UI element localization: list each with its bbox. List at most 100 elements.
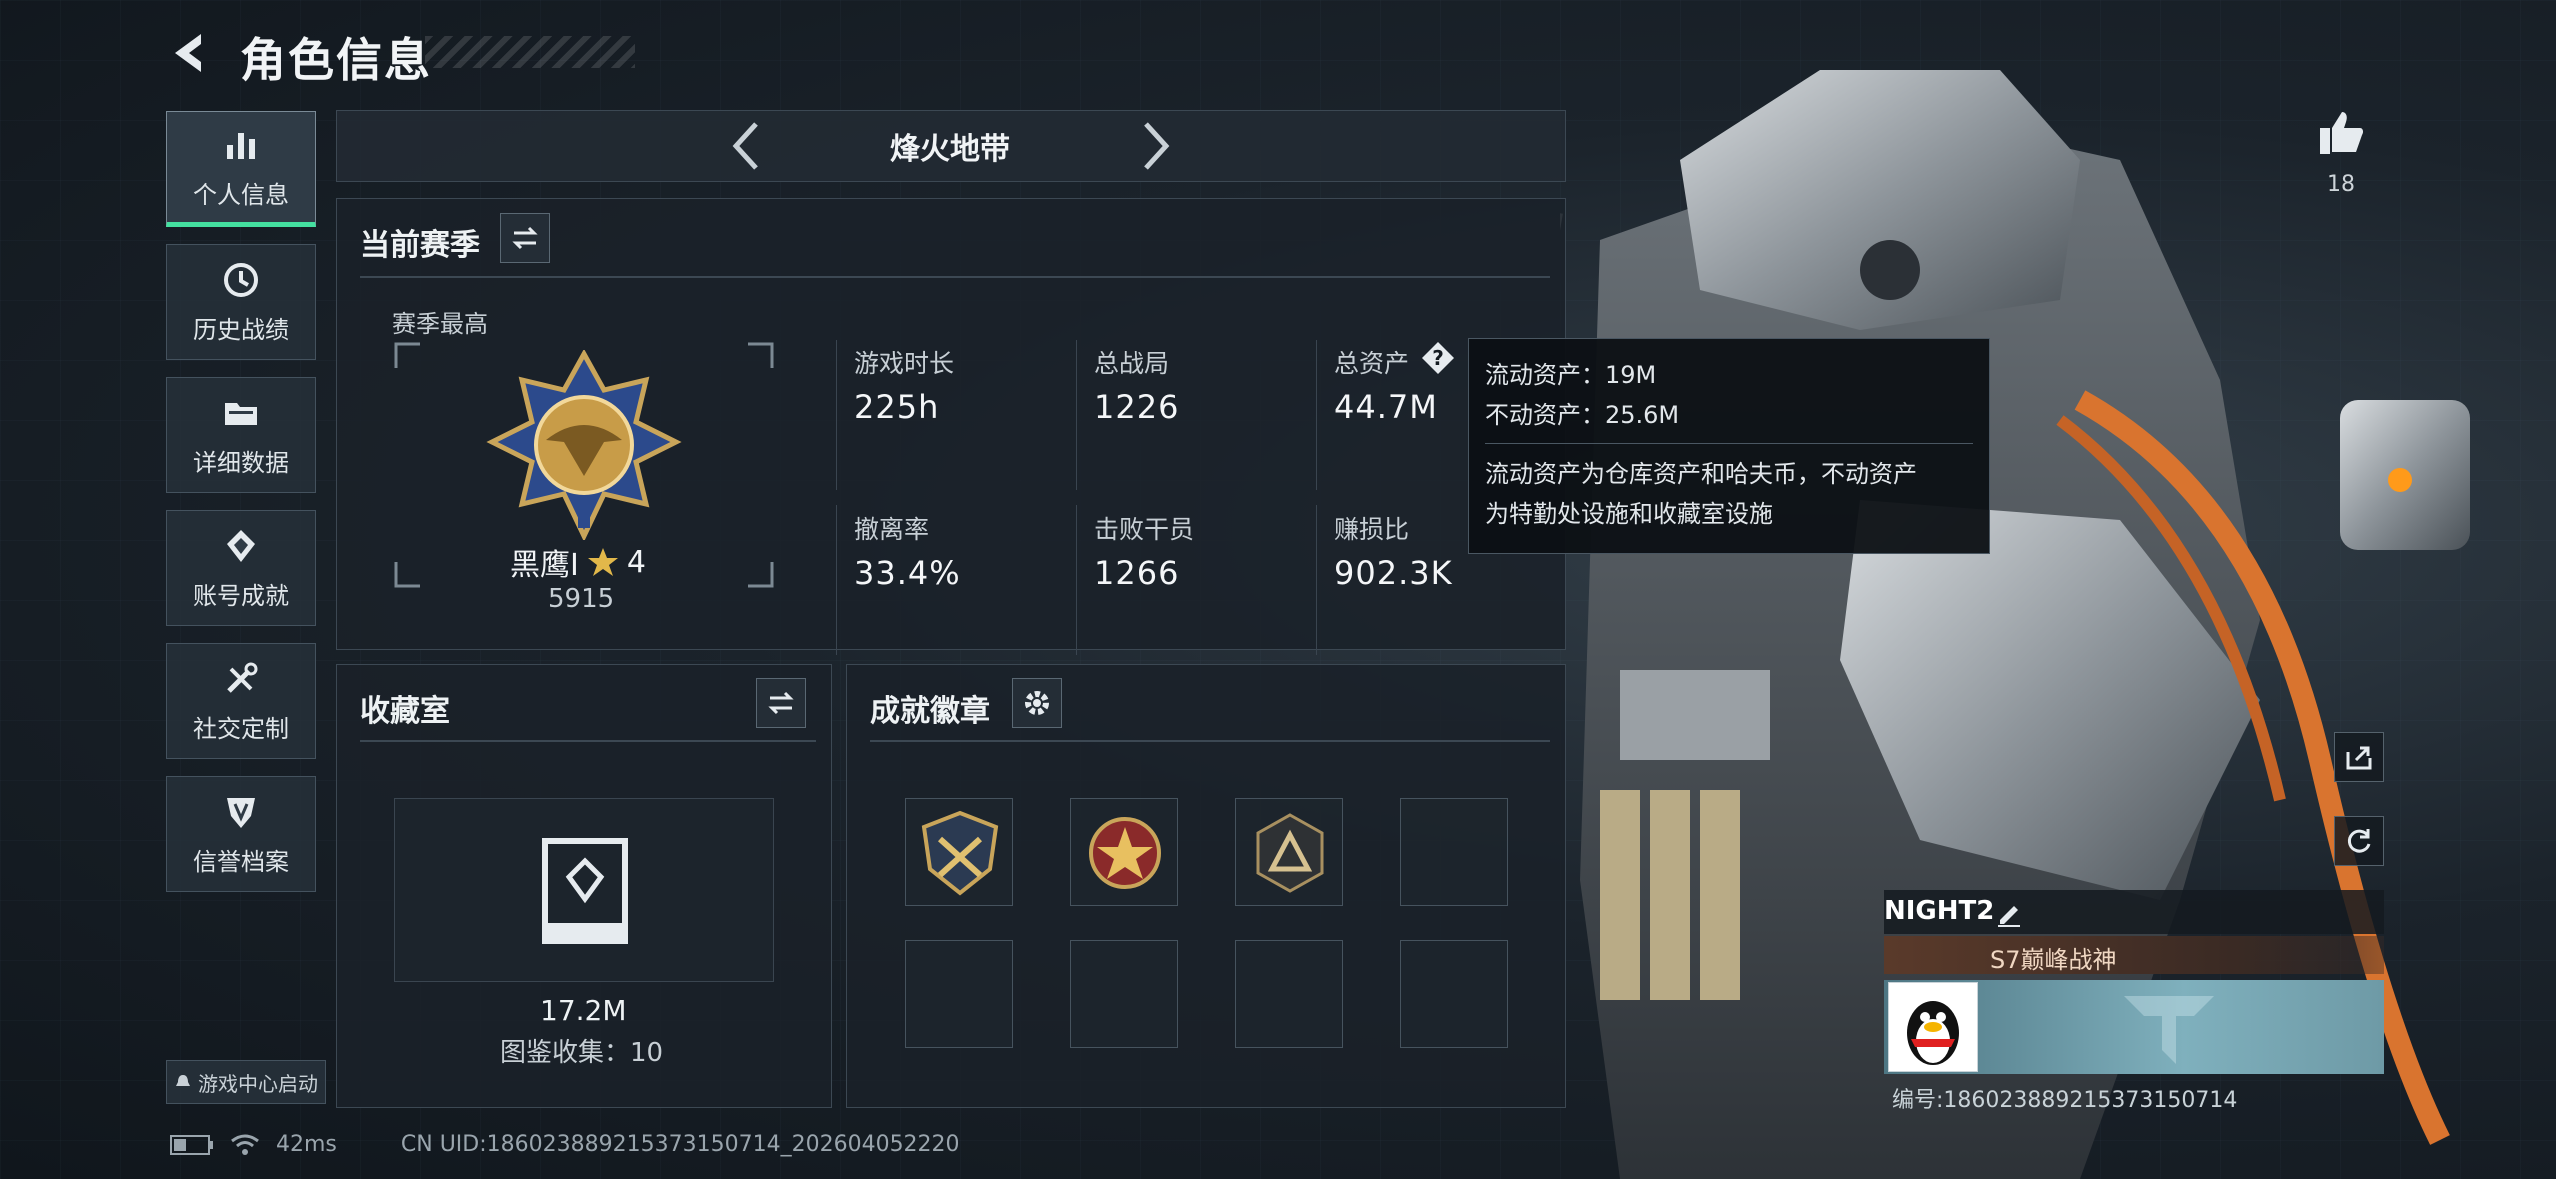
assets-help-icon[interactable]: ? bbox=[1420, 340, 1456, 376]
share-icon bbox=[2346, 746, 2372, 770]
stat-play-time-value: 225h bbox=[854, 388, 940, 426]
sidebar-item-label: 信誉档案 bbox=[193, 847, 289, 876]
ping-value: 42ms bbox=[276, 1132, 337, 1157]
season-divider bbox=[360, 276, 1550, 278]
title-decoration bbox=[425, 36, 635, 68]
badges-settings-button[interactable] bbox=[1012, 678, 1062, 728]
launch-label: 游戏中心启动 bbox=[198, 1071, 318, 1096]
display-case-icon bbox=[542, 838, 628, 944]
stats-divider bbox=[1316, 340, 1317, 490]
stat-extract-rate-label: 撤离率 bbox=[854, 515, 930, 544]
stats-divider bbox=[1076, 505, 1077, 655]
badge-slot-empty[interactable] bbox=[1235, 940, 1343, 1048]
player-title: S7巅峰战神 bbox=[1990, 946, 2117, 974]
stat-extract-rate-value: 33.4% bbox=[854, 554, 961, 592]
bell-icon bbox=[176, 1075, 190, 1086]
clock-icon bbox=[224, 262, 258, 297]
badge-star-wings-icon bbox=[1089, 817, 1161, 889]
tooltip-divider bbox=[1485, 443, 1973, 444]
svg-text:?: ? bbox=[1432, 346, 1444, 370]
edit-pencil-icon[interactable] bbox=[1994, 898, 2024, 928]
gear-icon bbox=[1025, 691, 1049, 715]
tools-icon bbox=[227, 662, 258, 693]
season-peak-label: 赛季最高 bbox=[392, 310, 488, 338]
game-center-launch-button[interactable]: 游戏中心启动 bbox=[166, 1060, 326, 1104]
swap-icon bbox=[512, 226, 538, 250]
badge-triangle-icon bbox=[1256, 813, 1324, 893]
player-name: NIGHT2 bbox=[1884, 896, 1995, 926]
tooltip-fixed-assets: 不动资产：25.6M bbox=[1485, 401, 1680, 429]
page-title: 角色信息 bbox=[240, 33, 432, 87]
refresh-icon bbox=[2347, 829, 2371, 853]
sidebar-item-label: 详细数据 bbox=[193, 448, 289, 477]
badge-slot-empty[interactable] bbox=[905, 940, 1013, 1048]
folder-icon bbox=[225, 402, 257, 425]
shield-icon bbox=[227, 797, 255, 828]
assets-tooltip: 流动资产：19M 不动资产：25.6M 流动资产为仓库资产和哈夫币，不动资产 为… bbox=[1468, 338, 1990, 554]
badge-slot[interactable] bbox=[905, 798, 1013, 906]
sidebar-item-history[interactable]: 历史战绩 bbox=[166, 244, 316, 360]
tooltip-description-line1: 流动资产为仓库资产和哈夫币，不动资产 bbox=[1485, 460, 1917, 488]
collection-divider bbox=[360, 740, 816, 742]
badge-slot-empty[interactable] bbox=[1400, 940, 1508, 1048]
stat-profit-ratio-value: 902.3K bbox=[1334, 554, 1453, 592]
badge-slot[interactable] bbox=[1070, 798, 1178, 906]
stat-kills-label: 击败干员 bbox=[1094, 515, 1195, 544]
collection-switch-button[interactable] bbox=[756, 678, 806, 728]
banner-emblem-icon bbox=[2124, 996, 2214, 1064]
tooltip-description-line2: 为特勤处设施和收藏室设施 bbox=[1485, 500, 1773, 528]
badge-slot-empty[interactable] bbox=[1070, 940, 1178, 1048]
achievement-icon bbox=[227, 529, 255, 562]
badges-divider bbox=[870, 740, 1550, 742]
season-switch-button[interactable] bbox=[500, 213, 550, 263]
thumbs-up-icon[interactable] bbox=[2316, 108, 2366, 158]
badge-slot-empty[interactable] bbox=[1400, 798, 1508, 906]
season-title: 当前赛季 bbox=[360, 228, 480, 263]
sidebar-item-detailed-data[interactable]: 详细数据 bbox=[166, 377, 316, 493]
uid-text: CN UID:186023889215373150714_20260405222… bbox=[400, 1132, 960, 1157]
stat-play-time-label: 游戏时长 bbox=[854, 349, 955, 378]
sidebar-item-credit-record[interactable]: 信誉档案 bbox=[166, 776, 316, 892]
rank-name-row: 黑鹰I 4 bbox=[510, 540, 646, 584]
stats-divider bbox=[1316, 505, 1317, 655]
badges-title: 成就徽章 bbox=[870, 694, 990, 729]
tooltip-liquid-assets: 流动资产：19M bbox=[1485, 361, 1657, 389]
stat-total-assets-value: 44.7M bbox=[1334, 388, 1438, 426]
badge-slot[interactable] bbox=[1235, 798, 1343, 906]
stat-total-matches-label: 总战局 bbox=[1094, 349, 1170, 378]
status-bar: 42ms CN UID:186023889215373150714_202604… bbox=[170, 1132, 960, 1157]
sidebar-item-social-custom[interactable]: 社交定制 bbox=[166, 643, 316, 759]
stat-profit-ratio-label: 赚损比 bbox=[1334, 515, 1410, 544]
badge-crossed-swords-icon bbox=[921, 810, 999, 896]
like-count: 18 bbox=[2327, 172, 2355, 197]
stat-total-assets-label: 总资产 bbox=[1334, 349, 1410, 378]
stats-divider bbox=[836, 340, 837, 490]
next-mode-chevron-icon[interactable] bbox=[1130, 118, 1180, 174]
collection-display-case[interactable] bbox=[394, 798, 774, 982]
sidebar-item-personal-info[interactable]: 个人信息 bbox=[166, 111, 316, 227]
stat-total-matches-value: 1226 bbox=[1094, 388, 1180, 426]
rank-points: 5915 bbox=[548, 584, 615, 614]
bar-chart-icon bbox=[227, 132, 255, 159]
sidebar-item-achievements[interactable]: 账号成就 bbox=[166, 510, 316, 626]
player-title-plate bbox=[1884, 936, 2384, 974]
stats-divider bbox=[836, 505, 837, 655]
stats-divider bbox=[1076, 340, 1077, 490]
swap-icon bbox=[768, 691, 794, 715]
back-arrow-icon[interactable] bbox=[165, 28, 215, 78]
prev-mode-chevron-icon[interactable] bbox=[722, 118, 772, 174]
sidebar-item-label: 个人信息 bbox=[193, 180, 289, 209]
mode-label: 烽火地带 bbox=[890, 132, 1010, 167]
player-id: 编号:1860238892153731507​14 bbox=[1892, 1088, 2238, 1113]
share-button[interactable] bbox=[2334, 732, 2384, 782]
collection-catalog: 图鉴收集：10 bbox=[500, 1038, 664, 1068]
sidebar-item-label: 历史战绩 bbox=[193, 315, 289, 344]
collection-value: 17.2M bbox=[540, 994, 627, 1027]
rank-stars: 4 bbox=[626, 544, 646, 580]
battery-icon bbox=[170, 1134, 213, 1155]
rank-name: 黑鹰I bbox=[510, 548, 579, 583]
avatar[interactable] bbox=[1888, 982, 1978, 1072]
penguin-avatar-icon bbox=[1907, 1001, 1959, 1065]
sidebar-item-label: 社交定制 bbox=[193, 714, 289, 743]
refresh-button[interactable] bbox=[2334, 816, 2384, 866]
